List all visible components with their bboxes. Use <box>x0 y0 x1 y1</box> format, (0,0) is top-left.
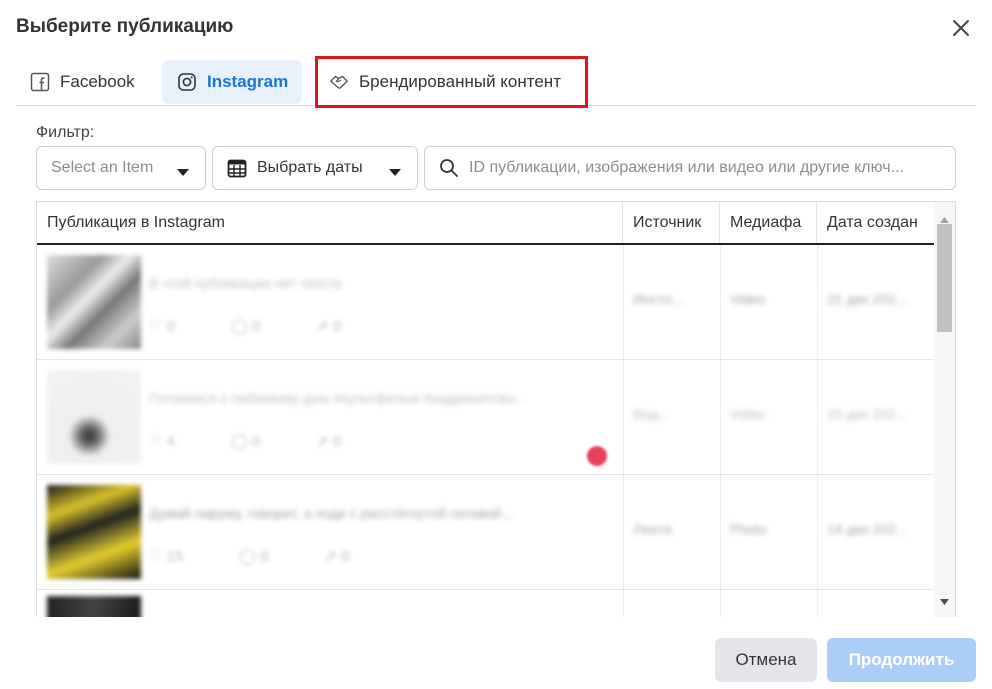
post-media: Video <box>730 406 766 422</box>
caret-down-icon <box>389 164 401 182</box>
post-thumbnail <box>47 485 141 579</box>
post-source: Лента <box>633 521 672 537</box>
post-source: Инсто... <box>633 291 684 307</box>
search-icon <box>439 158 459 178</box>
search-placeholder: ID публикации, изображения или видео или… <box>469 159 904 176</box>
scrollbar-thumb[interactable] <box>937 224 952 332</box>
dialog-title: Выберите публикацию <box>16 16 234 37</box>
column-header-date[interactable]: Дата создан <box>817 202 934 243</box>
tab-label: Брендированный контент <box>359 72 561 91</box>
post-thumbnail <box>47 255 141 349</box>
shares-count: ⇗ 0 <box>324 548 350 565</box>
table-row[interactable]: Готовимся к любимому дню #культфильм #ка… <box>37 360 934 475</box>
scroll-down-icon[interactable] <box>940 592 949 610</box>
status-dot <box>587 446 607 466</box>
column-header-post[interactable]: Публикация в Instagram <box>37 202 623 243</box>
date-picker-button[interactable]: Выбрать даты <box>212 146 418 190</box>
instagram-icon <box>177 72 197 92</box>
tab-facebook[interactable]: Facebook <box>16 60 156 104</box>
post-text: Думай наружу, говорит, а ходи с расстёгн… <box>149 505 513 521</box>
select-placeholder: Select an Item <box>51 159 154 176</box>
tab-label: Instagram <box>207 72 289 91</box>
post-date: 14 дек 202... <box>827 521 908 537</box>
cancel-button[interactable]: Отмена <box>715 638 817 682</box>
post-media: Photo <box>730 521 767 537</box>
tab-branded-content[interactable]: Брендированный контент <box>315 56 588 108</box>
post-stats: ♡ 4 ◯ 0 ⇗ 0 <box>149 432 341 450</box>
filter-label: Фильтр: <box>36 124 95 141</box>
likes-count: ♡ 0 <box>149 318 175 335</box>
post-date: 21 дек 202... <box>827 291 908 307</box>
post-text: В этой публикации нет текста <box>149 275 342 291</box>
table-row[interactable] <box>37 590 934 617</box>
shares-count: ⇗ 0 <box>316 318 342 335</box>
column-header-media[interactable]: Медиафа <box>720 202 817 243</box>
table-row[interactable]: Думай наружу, говорит, а ходи с расстёгн… <box>37 475 934 590</box>
table-scrollbar[interactable] <box>934 202 955 617</box>
dates-label: Выбрать даты <box>257 159 363 176</box>
caret-down-icon <box>177 164 189 182</box>
likes-count: ♡ 4 <box>149 433 175 450</box>
post-stats: ♡ 0 ◯ 0 ⇗ 0 <box>149 317 341 335</box>
calendar-icon <box>227 158 247 178</box>
search-input[interactable]: ID публикации, изображения или видео или… <box>424 146 956 190</box>
comments-count: ◯ 0 <box>230 433 261 450</box>
table-header: Публикация в Instagram Источник Медиафа … <box>37 202 934 245</box>
continue-button[interactable]: Продолжить <box>827 638 976 682</box>
tab-instagram[interactable]: Instagram <box>162 60 302 104</box>
likes-count: ♡ 15 <box>149 548 184 565</box>
post-thumbnail <box>47 370 141 464</box>
item-select[interactable]: Select an Item <box>36 146 206 190</box>
shares-count: ⇗ 0 <box>316 433 342 450</box>
comments-count: ◯ 0 <box>230 318 261 335</box>
post-thumbnail <box>47 596 141 617</box>
post-stats: ♡ 15 ◯ 0 ⇗ 0 <box>149 547 350 565</box>
column-header-source[interactable]: Источник <box>623 202 720 243</box>
table-row[interactable]: В этой публикации нет текста ♡ 0 ◯ 0 ⇗ 0… <box>37 245 934 360</box>
posts-table: Публикация в Instagram Источник Медиафа … <box>36 201 956 617</box>
post-date: 15 дек 202... <box>827 406 908 422</box>
comments-count: ◯ 0 <box>239 548 269 565</box>
tab-label: Facebook <box>60 72 135 91</box>
post-media: Video <box>730 291 766 307</box>
facebook-icon <box>30 72 50 92</box>
post-text: Готовимся к любимому дню #культфильм #ка… <box>149 390 527 406</box>
close-icon[interactable] <box>948 15 974 41</box>
tab-bar: Facebook Instagram Брендированный контен… <box>16 56 976 108</box>
handshake-icon <box>329 72 349 92</box>
post-source: Вод... <box>633 406 670 422</box>
